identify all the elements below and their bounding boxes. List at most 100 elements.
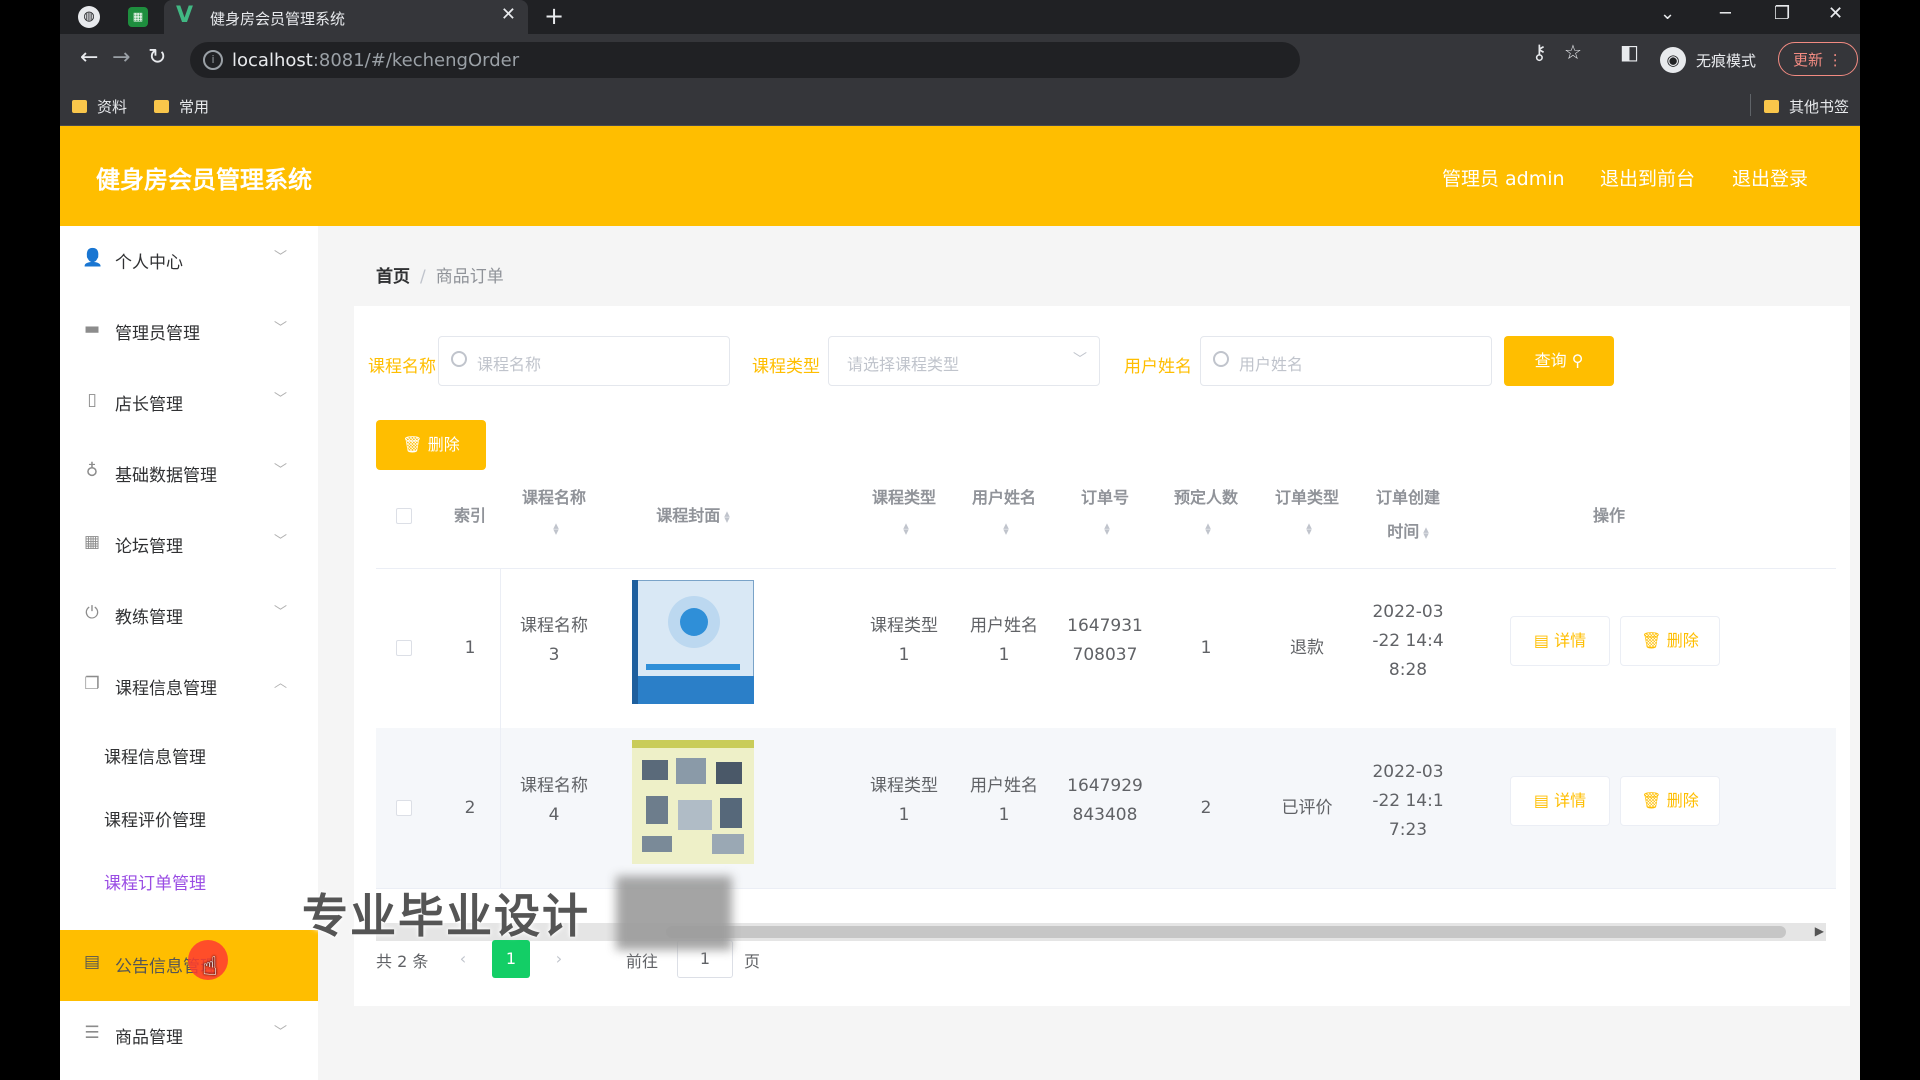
tab-title: 健身房会员管理系统 bbox=[210, 10, 346, 28]
th-order-type[interactable]: 订单类型 ▴ ▾ bbox=[1256, 466, 1358, 568]
close-window-icon[interactable]: ✕ bbox=[1828, 3, 1843, 24]
bookmark-star-icon[interactable]: ☆ bbox=[1564, 40, 1582, 64]
sort-icon[interactable]: ▴ ▾ bbox=[954, 518, 1054, 537]
other-bookmarks[interactable]: 其他书签 bbox=[1764, 96, 1849, 117]
sort-icon[interactable]: ▴ ▾ bbox=[1054, 518, 1156, 537]
sidebar-item-coach[interactable]: ⏻ 教练管理 ﹀ bbox=[60, 581, 318, 652]
bookmark-folder[interactable]: 常用 bbox=[154, 96, 209, 117]
scrollbar-thumb[interactable] bbox=[666, 926, 1786, 938]
horizontal-scrollbar[interactable]: ▶ bbox=[376, 923, 1826, 941]
search-icon bbox=[451, 351, 467, 367]
cell-text: 1 bbox=[898, 645, 910, 665]
sidebar-item-basic-data[interactable]: ♁ 基础数据管理 ﹀ bbox=[60, 439, 318, 510]
site-info-icon[interactable]: i bbox=[203, 50, 223, 70]
th-user-name[interactable]: 用户姓名 ▴ ▾ bbox=[954, 466, 1054, 568]
cell-course-name: 课程名称 3 bbox=[500, 612, 608, 670]
sidebar-item-course[interactable]: ❐ 课程信息管理 ︿ bbox=[60, 652, 318, 723]
course-type-select[interactable]: 请选择课程类型 ﹀ bbox=[828, 336, 1100, 386]
course-cover-image[interactable] bbox=[632, 740, 754, 864]
sidebar-item-forum[interactable]: ▦ 论坛管理 ﹀ bbox=[60, 510, 318, 581]
submenu-label: 课程评价管理 bbox=[104, 811, 206, 831]
sort-icon[interactable]: ▴ ▾ bbox=[500, 518, 608, 537]
reload-icon[interactable]: ↻ bbox=[148, 46, 166, 70]
breadcrumb-separator: / bbox=[420, 267, 426, 287]
detail-button[interactable]: ▤ 详情 bbox=[1510, 616, 1610, 666]
breadcrumb-home[interactable]: 首页 bbox=[376, 267, 410, 287]
th-created-label-2: 时间 ▴ ▾ bbox=[1358, 518, 1458, 542]
minimize-icon[interactable]: ─ bbox=[1720, 3, 1731, 24]
delete-button[interactable]: 🗑 删除 bbox=[1620, 776, 1720, 826]
chevron-down-icon: ﹀ bbox=[274, 605, 288, 620]
course-name-label: 课程名称 bbox=[368, 357, 436, 377]
app-title: 健身房会员管理系统 bbox=[96, 166, 312, 194]
submenu-course-review[interactable]: 课程评价管理 bbox=[60, 786, 318, 849]
th-created-time[interactable]: 订单创建 时间 ▴ ▾ bbox=[1358, 466, 1458, 568]
update-button[interactable]: 更新 ⋮ bbox=[1778, 42, 1858, 76]
sort-icon[interactable]: ▴ ▾ bbox=[1423, 524, 1429, 541]
globe-icon[interactable]: ◍ bbox=[78, 6, 100, 28]
batch-delete-button[interactable]: 🗑 删除 bbox=[376, 420, 486, 470]
restore-icon[interactable]: ❐ bbox=[1774, 3, 1790, 24]
forward-icon[interactable]: → bbox=[112, 46, 130, 70]
back-icon[interactable]: ← bbox=[80, 46, 98, 70]
bookmarks-bar: 资料 常用 其他书签 bbox=[60, 86, 1860, 126]
submenu-course-info[interactable]: 课程信息管理 bbox=[60, 723, 318, 786]
sheet-tab-icon[interactable]: ▦ bbox=[128, 7, 148, 27]
sidebar-item-manager[interactable]: ▯ 店长管理 ﹀ bbox=[60, 368, 318, 439]
delete-button[interactable]: 🗑 删除 bbox=[1620, 616, 1720, 666]
sort-icon[interactable]: ▴ ▾ bbox=[1256, 518, 1358, 537]
url-text: localhost:8081/#/kechengOrder bbox=[232, 50, 519, 71]
row-checkbox[interactable] bbox=[396, 800, 412, 816]
bookmark-folder[interactable]: 资料 bbox=[72, 96, 127, 117]
sidebar-item-admin[interactable]: ▬ 管理员管理 ﹀ bbox=[60, 297, 318, 368]
detail-button[interactable]: ▤ 详情 bbox=[1510, 776, 1610, 826]
sidebar-item-profile[interactable]: 👤 个人中心 ﹀ bbox=[60, 226, 318, 297]
order-table: 索引 课程名称 ▴ ▾ 课程封面 ▴ ▾ 课程类型 ▴ ▾ 用户姓名 ▴ ▾ 订单号 ▴ ▾ 预定人… bbox=[376, 466, 1848, 906]
search-button[interactable]: 查询 ⚲ bbox=[1504, 336, 1614, 386]
course-type-label: 课程类型 bbox=[752, 357, 820, 377]
more-menu-icon[interactable]: ⋮ bbox=[1828, 51, 1843, 69]
url-input[interactable]: i localhost:8081/#/kechengOrder bbox=[190, 42, 1300, 78]
scroll-right-icon[interactable]: ▶ bbox=[1815, 924, 1824, 938]
incognito-icon[interactable]: ◉ bbox=[1660, 47, 1686, 73]
th-user-name-label: 用户姓名 bbox=[971, 488, 1036, 507]
side-panel-icon[interactable]: ◧ bbox=[1620, 40, 1639, 64]
cell-text: -22 14:1 bbox=[1372, 791, 1444, 811]
th-order-no[interactable]: 订单号 ▴ ▾ bbox=[1054, 466, 1156, 568]
active-tab[interactable]: V 健身房会员管理系统 ✕ bbox=[164, 0, 528, 34]
cell-course-type: 课程类型 1 bbox=[854, 612, 954, 670]
logout-link[interactable]: 退出登录 bbox=[1732, 164, 1808, 191]
sidebar-item-label: 管理员管理 bbox=[115, 324, 200, 344]
key-icon[interactable]: ⚷ bbox=[1532, 40, 1547, 64]
back-to-front-link[interactable]: 退出到前台 bbox=[1600, 164, 1695, 191]
sidebar-item-label: 课程信息管理 bbox=[115, 679, 217, 699]
th-cover[interactable]: 课程封面 ▴ ▾ bbox=[608, 466, 778, 568]
row-checkbox[interactable] bbox=[396, 640, 412, 656]
submenu-course-order[interactable]: 课程订单管理 bbox=[60, 849, 318, 912]
cell-user-name: 用户姓名 1 bbox=[954, 772, 1054, 830]
cell-text: 2022-03 bbox=[1372, 602, 1444, 622]
goto-label: 前往 bbox=[626, 952, 659, 971]
cell-text: 1647931 bbox=[1067, 616, 1143, 636]
th-course-type[interactable]: 课程类型 ▴ ▾ bbox=[854, 466, 954, 568]
cell-text: 1 bbox=[998, 645, 1010, 665]
copy-icon: ❐ bbox=[84, 674, 100, 694]
chevron-down-icon: ﹀ bbox=[274, 392, 288, 407]
course-name-input[interactable]: 课程名称 bbox=[438, 336, 730, 386]
user-name-input[interactable]: 用户姓名 bbox=[1200, 336, 1492, 386]
tab-close-icon[interactable]: ✕ bbox=[501, 4, 516, 25]
sidebar: 👤 个人中心 ﹀ ▬ 管理员管理 ﹀ ▯ 店长管理 ﹀ ♁ 基础数据管理 ﹀ ▦ bbox=[60, 226, 318, 1080]
sort-icon[interactable]: ▴ ▾ bbox=[1156, 518, 1256, 537]
cell-order-type: 已评价 bbox=[1281, 797, 1333, 818]
sort-icon[interactable]: ▴ ▾ bbox=[724, 508, 730, 525]
sidebar-item-goods[interactable]: ☰ 商品管理 ﹀ bbox=[60, 1001, 318, 1072]
select-all-checkbox[interactable] bbox=[396, 508, 412, 524]
th-course-name[interactable]: 课程名称 ▴ ▾ bbox=[500, 466, 608, 568]
th-reserve-count[interactable]: 预定人数 ▴ ▾ bbox=[1156, 466, 1256, 568]
sidebar-item-notice[interactable]: ▤ 公告信息管理 ☝ bbox=[60, 930, 318, 1001]
sort-icon[interactable]: ▴ ▾ bbox=[854, 518, 954, 537]
cell-reserve-count: 2 bbox=[1200, 797, 1212, 818]
new-tab-button[interactable]: + bbox=[544, 2, 564, 30]
course-cover-image[interactable] bbox=[632, 580, 754, 704]
tab-search-icon[interactable]: ⌄ bbox=[1660, 3, 1675, 24]
